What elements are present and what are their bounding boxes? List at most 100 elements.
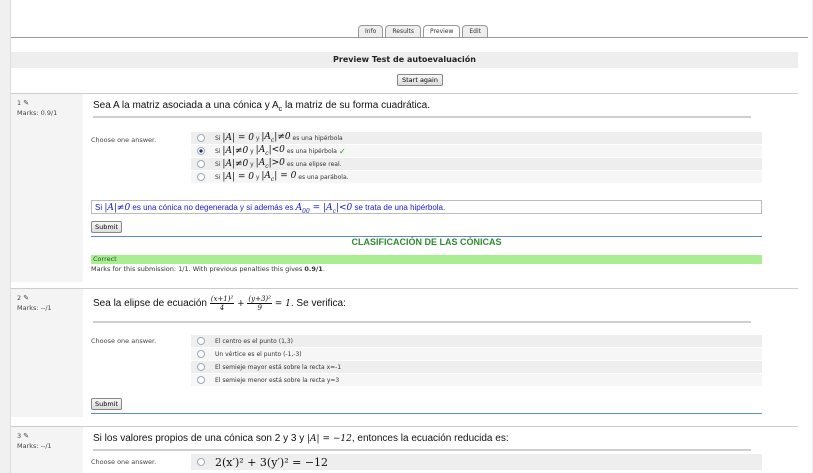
answer-option[interactable]: Si |A| = 0 y |Ac|≠0 es una hipérbola	[191, 132, 762, 145]
section-title: CLASIFICACIÓN DE LAS CÓNICAS	[351, 237, 502, 247]
question-1-content: Sea A la matriz asociada a una cónica y …	[83, 94, 798, 282]
answer-word: y	[250, 160, 254, 168]
answer-option[interactable]: El centro es el punto (1,3)	[191, 335, 762, 348]
question-1-info: 1 ✎ Marks: 0.9/1	[17, 98, 57, 118]
question-text-part: Sea la elipse de ecuación	[93, 298, 210, 310]
question-number: 2	[17, 294, 22, 302]
question-number: 1	[17, 99, 22, 107]
correct-status: Correct	[91, 255, 762, 264]
answer-math: |A|≠0	[222, 159, 249, 169]
question-2: 2 ✎ Marks: --/1 Sea la elipse de ecuació…	[11, 288, 798, 417]
answer-option[interactable]: Si |A| = 0 y |Ac| = 0 es una parábola.	[191, 171, 762, 184]
answer-text: es una hipérbola	[286, 147, 337, 155]
tab-preview[interactable]: Preview	[423, 25, 461, 37]
divider	[93, 449, 751, 451]
answer-text: El semieje mayor está sobre la recta x=-…	[215, 363, 342, 371]
question-marks: Marks: --/1	[17, 304, 52, 312]
divider	[93, 321, 751, 323]
tab-info[interactable]: Info	[358, 25, 384, 37]
question-2-info: 2 ✎ Marks: --/1	[17, 293, 52, 313]
radio-button[interactable]	[197, 337, 205, 345]
answer-word: Si	[215, 134, 221, 142]
page-title: Preview Test de autoevaluación	[11, 52, 798, 68]
question-math: |A| = −12	[307, 434, 352, 444]
math-symbol: +	[237, 299, 245, 310]
question-text-part: . Se verifica:	[290, 298, 346, 310]
answer-list: 2(x′)² + 3(y′)² = −12	[191, 454, 762, 471]
math-symbol: = 1	[274, 299, 291, 310]
answer-word: y	[250, 147, 254, 155]
answer-text: es una elipse real.	[286, 160, 342, 168]
quiz-page: Info Results Preview Edit Preview Test d…	[10, 0, 812, 473]
answer-math: |Ac|<0	[255, 145, 285, 157]
radio-button[interactable]	[197, 160, 205, 168]
choose-label: Choose one answer.	[91, 136, 157, 144]
radio-button[interactable]	[197, 173, 205, 181]
tab-bar: Info Results Preview Edit	[11, 25, 808, 38]
question-3-info: 3 ✎ Marks: --/1	[17, 431, 52, 451]
fraction: (y+3)² 9	[247, 295, 272, 312]
answer-list: El centro es el punto (1,3) Un vértice e…	[191, 335, 762, 387]
question-1: 1 ✎ Marks: 0.9/1 Sea A la matriz asociad…	[11, 93, 798, 282]
answer-option[interactable]: El semieje menor está sobre la recta y=3	[191, 374, 762, 387]
question-text: Sea A la matriz asociada a una cónica y …	[83, 94, 798, 114]
radio-button[interactable]	[197, 458, 205, 466]
answer-word: y	[255, 173, 260, 181]
radio-button[interactable]	[197, 134, 205, 142]
answer-math: |Ac| = 0	[261, 171, 297, 183]
question-marks: Marks: --/1	[17, 442, 52, 450]
choose-label: Choose one answer.	[91, 458, 157, 466]
answer-math: 2(x′)² + 3(y′)² = −12	[215, 455, 329, 469]
answer-text: es una hipérbola	[292, 134, 343, 142]
question-number: 3	[17, 432, 22, 440]
submit-button[interactable]: Submit	[91, 221, 123, 233]
answer-list: Si |A| = 0 y |Ac|≠0 es una hipérbola Si …	[191, 132, 762, 184]
question-text-part: Si los valores propios de una cónica son…	[93, 433, 308, 444]
question-text-part: , entonces la ecuación reducida es:	[351, 433, 509, 444]
question-marks: Marks: 0.9/1	[17, 109, 58, 117]
tab-edit[interactable]: Edit	[462, 25, 489, 37]
question-3-content: Si los valores propios de una cónica son…	[83, 427, 798, 473]
answer-word: Si	[215, 173, 221, 181]
answer-option[interactable]: Si |A|≠0 y |Ac|<0 es una hipérbola ✓	[191, 145, 762, 158]
choose-label: Choose one answer.	[91, 337, 157, 345]
fraction: (x+1)² 4	[209, 295, 235, 312]
answer-text: es una parábola.	[298, 173, 349, 181]
answer-math: |A| = 0	[222, 133, 254, 143]
flag-icon[interactable]: ✎	[23, 293, 29, 303]
marks-submission: Marks for this submission: 1/1. With pre…	[91, 265, 325, 273]
answer-word: Si	[215, 160, 221, 168]
answer-word: y	[255, 134, 260, 142]
radio-button[interactable]	[197, 363, 205, 371]
answer-text: El semieje menor está sobre la recta y=3	[215, 376, 340, 384]
radio-button[interactable]	[197, 376, 205, 384]
start-again-button[interactable]: Start again	[397, 74, 443, 86]
answer-math: |Ac|≠0	[261, 132, 291, 144]
answer-text: El centro es el punto (1,3)	[215, 337, 293, 345]
answer-option[interactable]: Si |A|≠0 y |Ac|>0 es una elipse real.	[191, 158, 762, 171]
checkmark-icon: ✓	[339, 146, 346, 156]
answer-option[interactable]: El semieje mayor está sobre la recta x=-…	[191, 361, 762, 374]
answer-option[interactable]: 2(x′)² + 3(y′)² = −12	[191, 454, 762, 471]
question-text: Si los valores propios de una cónica son…	[83, 427, 798, 447]
tab-results[interactable]: Results	[385, 25, 422, 37]
divider	[91, 413, 762, 414]
answer-option[interactable]: Un vértice es el punto (-1,-3)	[191, 348, 762, 361]
answer-word: Si	[215, 147, 221, 155]
question-3: 3 ✎ Marks: --/1 Si los valores propios d…	[11, 426, 798, 473]
radio-button-selected[interactable]	[197, 147, 205, 155]
question-2-content: Sea la elipse de ecuación (x+1)² 4 + (y+3…	[83, 289, 798, 417]
divider	[93, 116, 751, 118]
answer-math: |Ac|>0	[255, 158, 285, 170]
flag-icon[interactable]: ✎	[23, 431, 29, 441]
answer-text: Un vértice es el punto (-1,-3)	[215, 350, 302, 358]
submit-button[interactable]: Submit	[91, 398, 123, 410]
feedback-box: Si |A|≠0 es una cónica no degenerada y s…	[91, 200, 762, 215]
question-text-part: la matriz de su forma cuadrática.	[282, 100, 431, 111]
answer-math: |A|≠0	[222, 146, 249, 156]
question-text: Sea la elipse de ecuación (x+1)² 4 + (y+3…	[83, 289, 798, 319]
answer-math: |A| = 0	[222, 172, 254, 182]
radio-button[interactable]	[197, 350, 205, 358]
question-text-part: Sea A la matriz asociada a una cónica y …	[93, 100, 279, 111]
flag-icon[interactable]: ✎	[23, 98, 29, 108]
